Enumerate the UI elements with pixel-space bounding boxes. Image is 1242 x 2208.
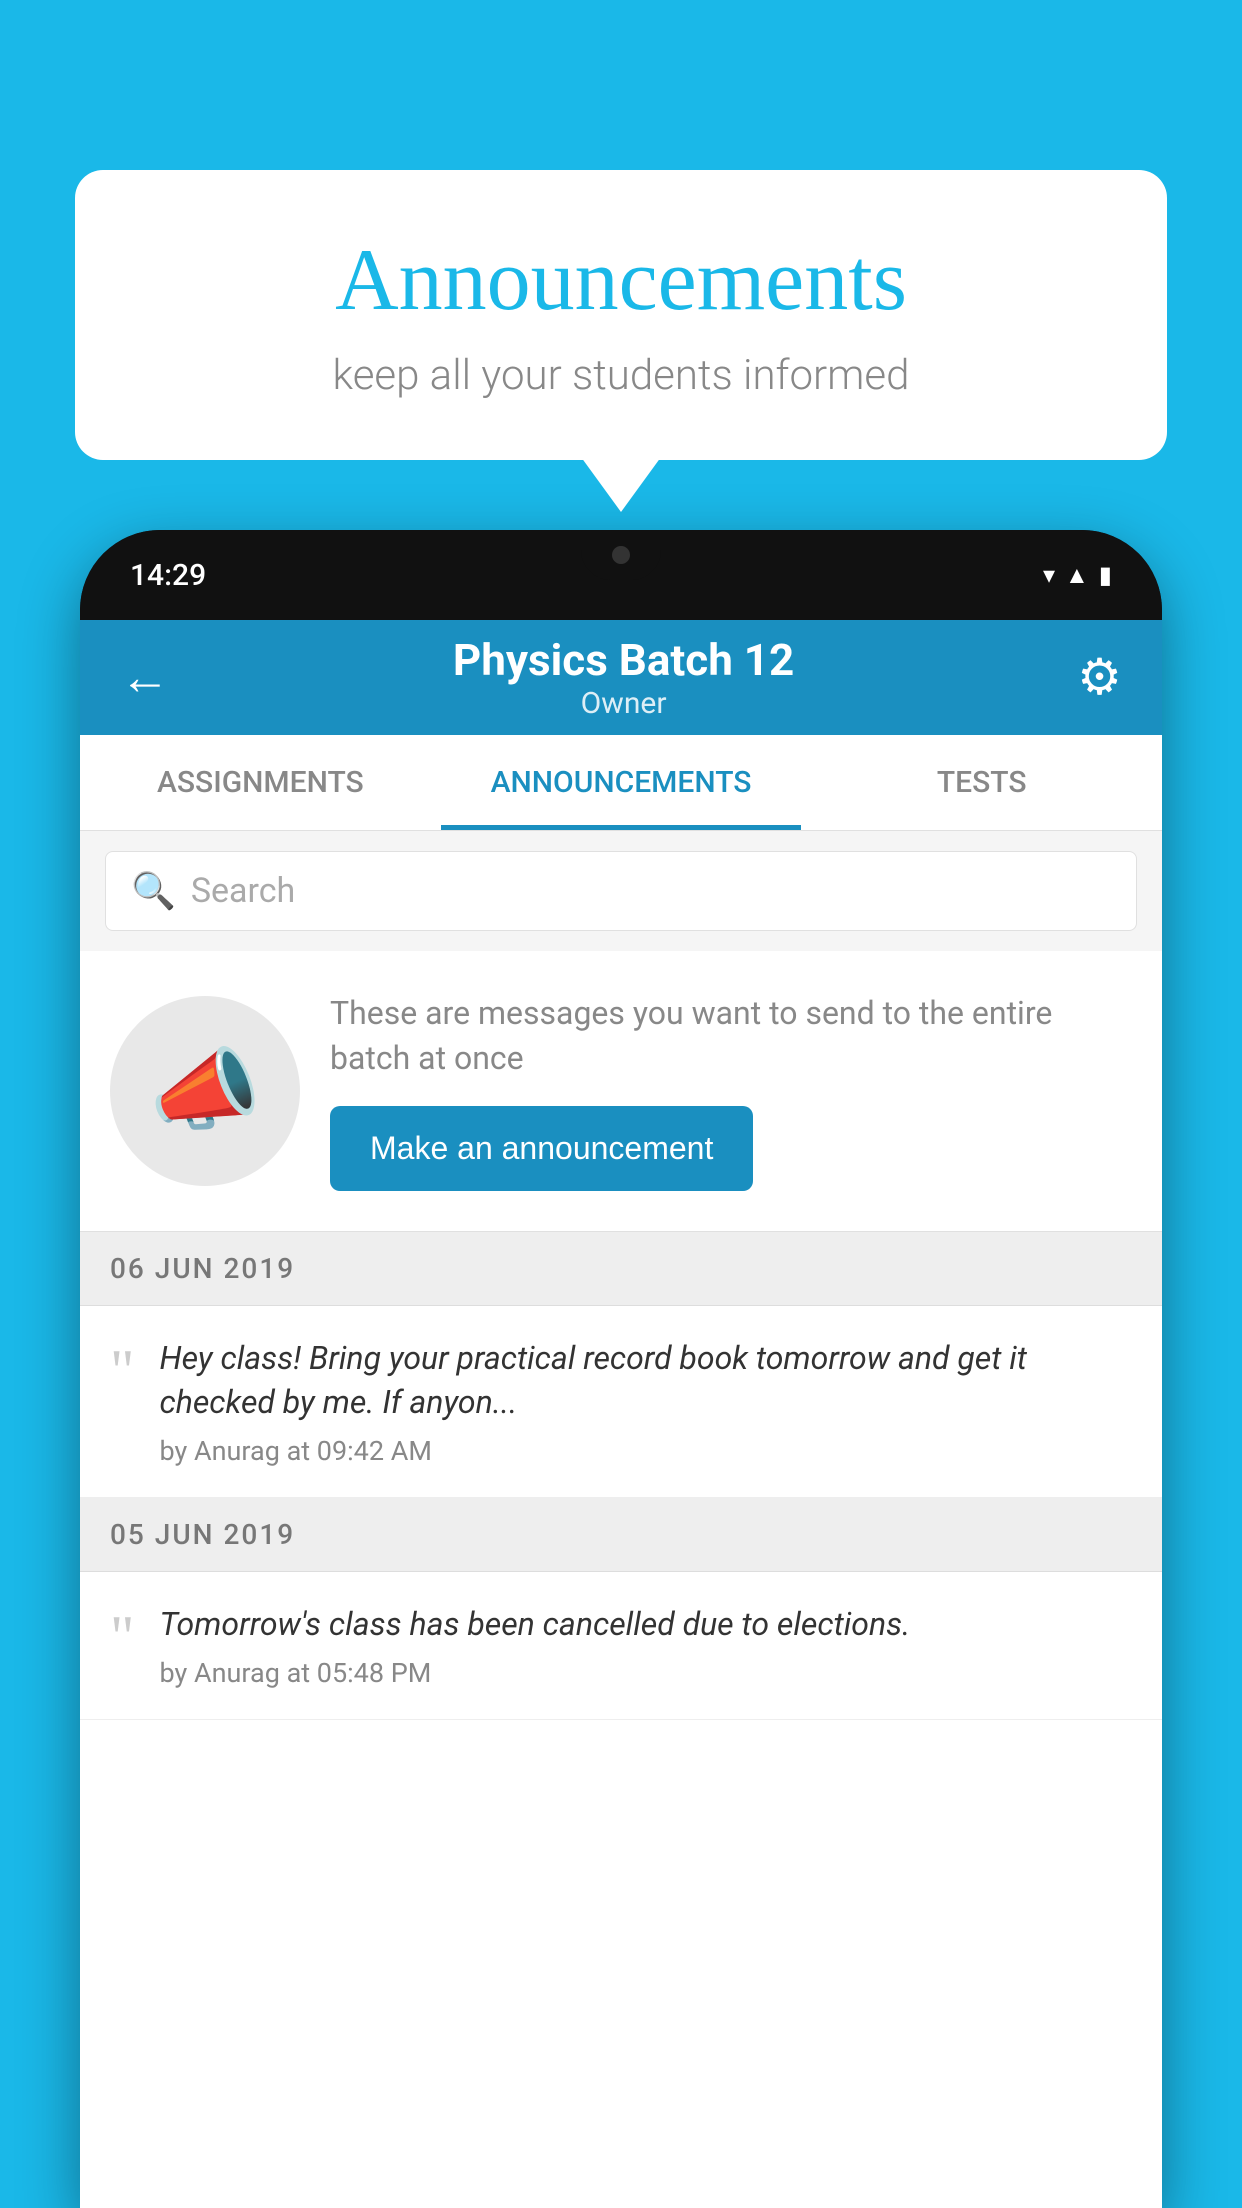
bubble-subtitle: keep all your students informed — [125, 351, 1117, 400]
search-bar[interactable]: 🔍 Search — [105, 851, 1137, 931]
tabs-container: ASSIGNMENTS ANNOUNCEMENTS TESTS — [80, 735, 1162, 831]
app-bar-subtitle: Owner — [453, 686, 794, 721]
megaphone-icon: 📣 — [149, 1038, 261, 1143]
announcement-text-1: Tomorrow's class has been cancelled due … — [160, 1602, 1133, 1647]
scroll-content[interactable]: 🔍 Search 📣 These are messages you want t… — [80, 831, 1162, 2208]
quote-icon: " — [110, 1341, 135, 1401]
search-placeholder: Search — [191, 871, 295, 911]
phone-notch — [581, 530, 661, 580]
phone-frame: 14:29 ▾ ▲ ▮ ← Physics Batch 12 Owner ⚙ A… — [80, 530, 1162, 2208]
speech-bubble-container: Announcements keep all your students inf… — [75, 170, 1167, 460]
back-button[interactable]: ← — [120, 648, 170, 707]
quote-icon-1: " — [110, 1607, 135, 1667]
battery-icon: ▮ — [1099, 561, 1112, 589]
announcement-text-0: Hey class! Bring your practical record b… — [160, 1336, 1133, 1426]
status-bar: 14:29 ▾ ▲ ▮ — [80, 530, 1162, 620]
announcement-author-0: by Anurag at 09:42 AM — [160, 1435, 1133, 1467]
tab-assignments[interactable]: ASSIGNMENTS — [80, 735, 441, 830]
announcement-prompt: 📣 These are messages you want to send to… — [80, 951, 1162, 1232]
announcement-content-0: Hey class! Bring your practical record b… — [160, 1336, 1133, 1468]
wifi-icon: ▾ — [1043, 561, 1055, 589]
camera-dot — [612, 546, 630, 564]
status-time: 14:29 — [130, 558, 206, 593]
announcement-content-1: Tomorrow's class has been cancelled due … — [160, 1602, 1133, 1689]
make-announcement-button[interactable]: Make an announcement — [330, 1106, 753, 1191]
announcement-author-1: by Anurag at 05:48 PM — [160, 1657, 1133, 1689]
search-icon: 🔍 — [131, 870, 176, 912]
announcement-description: These are messages you want to send to t… — [330, 991, 1132, 1081]
phone-screen: ← Physics Batch 12 Owner ⚙ ASSIGNMENTS A… — [80, 620, 1162, 2208]
date-header-jun05: 05 JUN 2019 — [80, 1498, 1162, 1572]
speech-bubble: Announcements keep all your students inf… — [75, 170, 1167, 460]
announcement-icon-circle: 📣 — [110, 996, 300, 1186]
announcement-item-1[interactable]: " Tomorrow's class has been cancelled du… — [80, 1572, 1162, 1720]
search-bar-container: 🔍 Search — [80, 831, 1162, 951]
app-bar-title: Physics Batch 12 — [453, 634, 794, 686]
settings-icon[interactable]: ⚙ — [1077, 648, 1122, 707]
status-icons: ▾ ▲ ▮ — [1043, 561, 1112, 590]
signal-icon: ▲ — [1065, 561, 1089, 590]
app-bar: ← Physics Batch 12 Owner ⚙ — [80, 620, 1162, 735]
bubble-title: Announcements — [125, 230, 1117, 331]
app-bar-center: Physics Batch 12 Owner — [453, 634, 794, 721]
announcement-right: These are messages you want to send to t… — [330, 991, 1132, 1191]
date-header-jun06: 06 JUN 2019 — [80, 1232, 1162, 1306]
announcement-item-0[interactable]: " Hey class! Bring your practical record… — [80, 1306, 1162, 1499]
tab-tests[interactable]: TESTS — [801, 735, 1162, 830]
tab-announcements[interactable]: ANNOUNCEMENTS — [441, 735, 802, 830]
